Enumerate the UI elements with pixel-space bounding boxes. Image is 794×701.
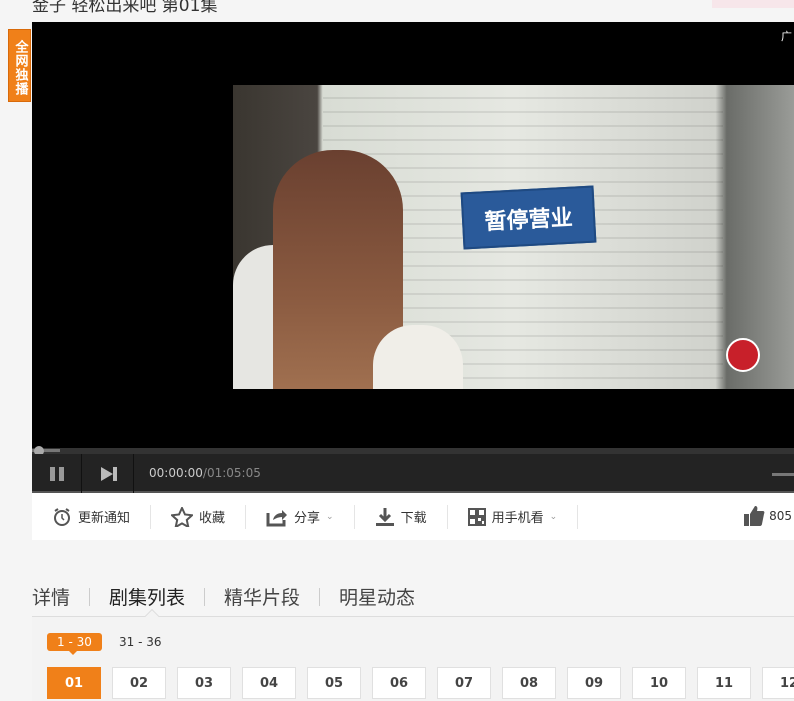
like-count: 805 [769,509,792,523]
watch-on-mobile-label: 用手机看 [491,511,544,526]
download-icon [375,507,394,526]
favorite-button[interactable]: 收藏 [151,504,247,529]
update-notify-button[interactable]: 更新通知 [32,504,152,529]
episode-panel: 1 - 30 31 - 36 01 02 03 04 05 06 07 08 0… [32,608,794,701]
video-title: 金子 轻松出来吧 第01集 [32,0,218,16]
pause-button[interactable] [32,454,82,493]
channel-logo [726,338,760,372]
watch-on-mobile-button[interactable]: 用手机看 ⌄ [448,504,579,529]
share-button[interactable]: 分享 ⌄ [246,504,355,529]
video-frame[interactable]: 暂停营业 [233,85,794,389]
tab-star-news[interactable]: 明星动态 [320,583,434,610]
player-controls: 00:00:00/01:05:05 [32,454,794,493]
ad-corner-label: 广 [781,30,792,43]
tab-details[interactable]: 详情 [32,583,89,610]
tab-episode-list[interactable]: 剧集列表 [90,583,204,610]
pause-icon [49,466,64,481]
share-icon [266,509,288,526]
like-button[interactable]: 805 [743,505,792,527]
video-sign: 暂停营业 [460,185,597,250]
qr-code-icon [467,507,486,526]
chevron-down-icon: ⌄ [326,511,334,522]
header-decoration [712,0,794,8]
episode-button[interactable]: 10 [632,667,686,699]
exclusive-badge: 全网独播 [8,29,31,102]
range-tab-31-36[interactable]: 31 - 36 [109,633,172,651]
episode-button[interactable]: 06 [372,667,426,699]
episode-button[interactable]: 11 [697,667,751,699]
share-label: 分享 [294,511,321,526]
tab-highlights[interactable]: 精华片段 [205,583,319,610]
episode-button[interactable]: 02 [112,667,166,699]
episode-button[interactable]: 09 [567,667,621,699]
update-notify-label: 更新通知 [78,511,131,526]
alarm-clock-icon [54,507,70,526]
episode-list: 01 02 03 04 05 06 07 08 09 10 11 12 [47,667,794,699]
action-toolbar: 更新通知 收藏 分享 ⌄ 下载 用手机看 ⌄ 805 [32,493,794,540]
range-tab-1-30[interactable]: 1 - 30 [47,633,102,655]
volume-slider[interactable] [772,473,794,476]
download-button[interactable]: 下载 [355,504,448,529]
skip-next-icon [100,466,117,481]
episode-button[interactable]: 03 [177,667,231,699]
next-button[interactable] [84,454,134,493]
favorite-label: 收藏 [199,511,226,526]
episode-button[interactable]: 05 [307,667,361,699]
chevron-down-icon: ⌄ [549,511,558,522]
download-label: 下载 [400,511,427,526]
episode-button[interactable]: 04 [242,667,296,699]
active-tab-pointer [144,608,160,624]
episode-button[interactable]: 01 [47,667,101,699]
episode-button[interactable]: 08 [502,667,556,699]
content-tabs: 详情 剧集列表 精华片段 明星动态 [32,583,434,610]
duration: /01:05:05 [202,466,261,480]
thumbs-up-icon [744,506,765,526]
time-display: 00:00:00/01:05:05 [149,466,261,480]
person-shirt [373,325,463,389]
star-icon [171,506,194,527]
video-player[interactable]: 广 暂停营业 00:00:00/01:05:05 [32,22,794,493]
episode-button[interactable]: 07 [437,667,491,699]
episode-button[interactable]: 12 [762,667,794,699]
current-time: 00:00:00 [149,466,203,480]
